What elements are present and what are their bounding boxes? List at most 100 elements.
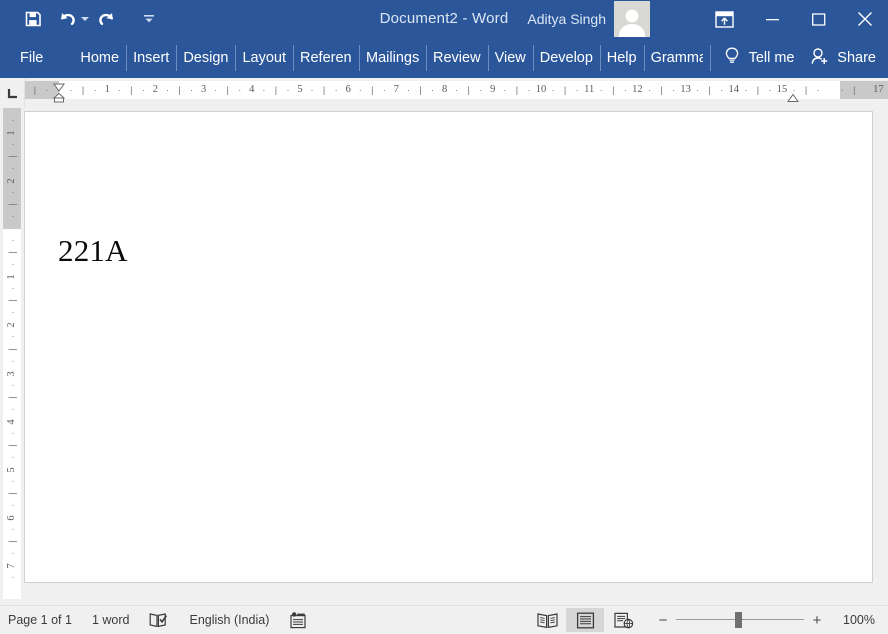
vertical-ruler[interactable]: 2 1 1 2 3 4 5 6 7 · · | · · | · · | · · | · · | · · | · · | · · | · · | · · [0, 108, 24, 605]
word-application-window: Document2 - Word Aditya Singh File Home … [0, 0, 888, 634]
ruler-tick-11: 11 [584, 84, 595, 95]
tab-design[interactable]: Design [176, 38, 235, 78]
tab-grammarly[interactable]: Grammarly [643, 38, 710, 78]
ruler-minor-mark: | [563, 85, 567, 95]
vruler-minor-mark: · [7, 552, 17, 556]
document-body-text[interactable]: 221A [58, 233, 128, 269]
hanging-indent-marker[interactable] [52, 90, 66, 103]
tab-mailings[interactable]: Mailings [359, 38, 426, 78]
vruler-minor-mark: · [7, 287, 17, 291]
ruler-minor-mark: · [527, 85, 531, 95]
ruler-minor-mark: | [130, 85, 133, 95]
proofing-errors-icon[interactable] [139, 606, 179, 634]
tab-mailings-label: Mailings [366, 50, 420, 66]
word-count[interactable]: 1 word [82, 606, 140, 634]
ruler-tick-15: 15 [776, 84, 788, 95]
ruler-minor-mark: | [660, 85, 663, 95]
vruler-minor-mark: · [7, 239, 17, 243]
title-bar: Document2 - Word Aditya Singh [0, 0, 888, 38]
tab-references[interactable]: References [293, 38, 359, 78]
window-controls [698, 0, 888, 38]
ruler-minor-mark: | [515, 85, 519, 95]
maximize-icon[interactable] [796, 0, 842, 38]
share-person-icon [810, 47, 830, 69]
vruler-minor-mark: · [7, 455, 17, 459]
vruler-tick-6: 6 [6, 515, 18, 521]
vruler-minor-mark: · [7, 166, 17, 170]
ruler-minor-mark: · [286, 85, 290, 95]
zoom-out-button[interactable]: − [650, 608, 676, 632]
ruler-minor-mark: | [467, 85, 470, 95]
ruler-minor-mark: · [744, 85, 748, 95]
zoom-in-button[interactable]: + [804, 608, 830, 632]
ruler-minor-mark: · [623, 85, 627, 95]
vruler-tick-2: 2 [6, 322, 18, 329]
undo-icon[interactable] [50, 4, 84, 34]
ruler-minor-mark: | [853, 85, 856, 95]
save-icon[interactable] [16, 4, 50, 34]
print-layout-view-button[interactable] [566, 608, 604, 632]
vruler-minor-mark: · [7, 383, 17, 387]
record-macro-icon[interactable] [279, 606, 317, 634]
ruler-minor-mark: · [310, 85, 314, 95]
redo-icon[interactable] [90, 4, 124, 34]
first-line-indent-marker[interactable] [53, 79, 65, 92]
tell-me-search[interactable]: Tell me [709, 38, 805, 78]
vruler-minor-mark: · [7, 480, 17, 484]
ruler-minor-mark: · [165, 85, 169, 95]
tab-help[interactable]: Help [599, 38, 644, 78]
ruler-minor-mark: · [214, 85, 218, 95]
ruler-minor-mark: · [141, 85, 145, 95]
horizontal-ruler[interactable]: 1 2 3 4 5 6 7 8 9 10 11 12 13 14 15 17 | · · | · · | · · | · · | · · | ·… [25, 78, 888, 108]
ruler-minor-mark: | [33, 85, 37, 95]
ruler-minor-mark: · [647, 85, 651, 95]
tab-grammarly-label: Grammarly [650, 50, 703, 66]
tab-developer[interactable]: Developer [532, 38, 600, 78]
language-indicator[interactable]: English (India) [179, 606, 279, 634]
tab-home[interactable]: Home [73, 38, 126, 78]
tab-file[interactable]: File [0, 38, 61, 78]
zoom-level-label[interactable]: 100% [830, 613, 888, 627]
document-scroll-region[interactable]: 221A [24, 108, 888, 605]
tab-design-label: Design [183, 50, 229, 66]
vruler-minor-mark: · [7, 576, 17, 580]
tab-layout[interactable]: Layout [235, 38, 293, 78]
vruler-minor-mark: | [7, 299, 17, 302]
undo-button[interactable] [50, 4, 90, 34]
left-tab-stop-icon[interactable] [0, 78, 25, 108]
tab-review[interactable]: Review [426, 38, 488, 78]
share-button[interactable]: Share [810, 38, 876, 78]
ruler-minor-mark: · [431, 85, 435, 95]
vruler-tick-1: 1 [6, 274, 18, 280]
ruler-minor-mark: · [816, 85, 820, 95]
web-layout-view-button[interactable] [604, 608, 642, 632]
tab-insert[interactable]: Insert [126, 38, 176, 78]
account-name: Aditya Singh [527, 11, 606, 27]
user-avatar-icon[interactable] [614, 1, 650, 37]
undo-dropdown-chevron-down-icon[interactable] [80, 16, 90, 22]
tab-file-label: File [20, 50, 44, 66]
ruler-minor-mark: | [708, 85, 711, 95]
close-icon[interactable] [842, 0, 888, 38]
document-page[interactable]: 221A [25, 112, 872, 582]
customize-quick-access-toolbar-icon[interactable] [132, 4, 166, 34]
vruler-minor-mark: | [7, 396, 17, 399]
right-indent-marker[interactable] [787, 90, 799, 102]
minimize-icon[interactable] [750, 0, 796, 38]
ruler-minor-mark: · [406, 85, 410, 95]
tab-layout-label: Layout [242, 50, 287, 66]
tab-view[interactable]: View [487, 38, 533, 78]
ribbon-display-options-icon[interactable] [698, 0, 750, 38]
vruler-minor-mark: | [7, 540, 17, 543]
page-indicator[interactable]: Page 1 of 1 [0, 606, 82, 634]
vruler-minor-mark: · [7, 118, 17, 122]
ruler-tick-12: 12 [632, 84, 643, 95]
account-area[interactable]: Aditya Singh [527, 0, 650, 38]
tab-developer-label: Developer [539, 50, 593, 66]
vruler-minor-mark: | [7, 347, 17, 351]
ruler-minor-mark: | [226, 85, 229, 95]
zoom-slider[interactable] [676, 608, 804, 632]
ruler-minor-mark: · [358, 85, 362, 95]
read-mode-view-button[interactable] [528, 608, 566, 632]
zoom-slider-handle[interactable] [735, 612, 742, 628]
